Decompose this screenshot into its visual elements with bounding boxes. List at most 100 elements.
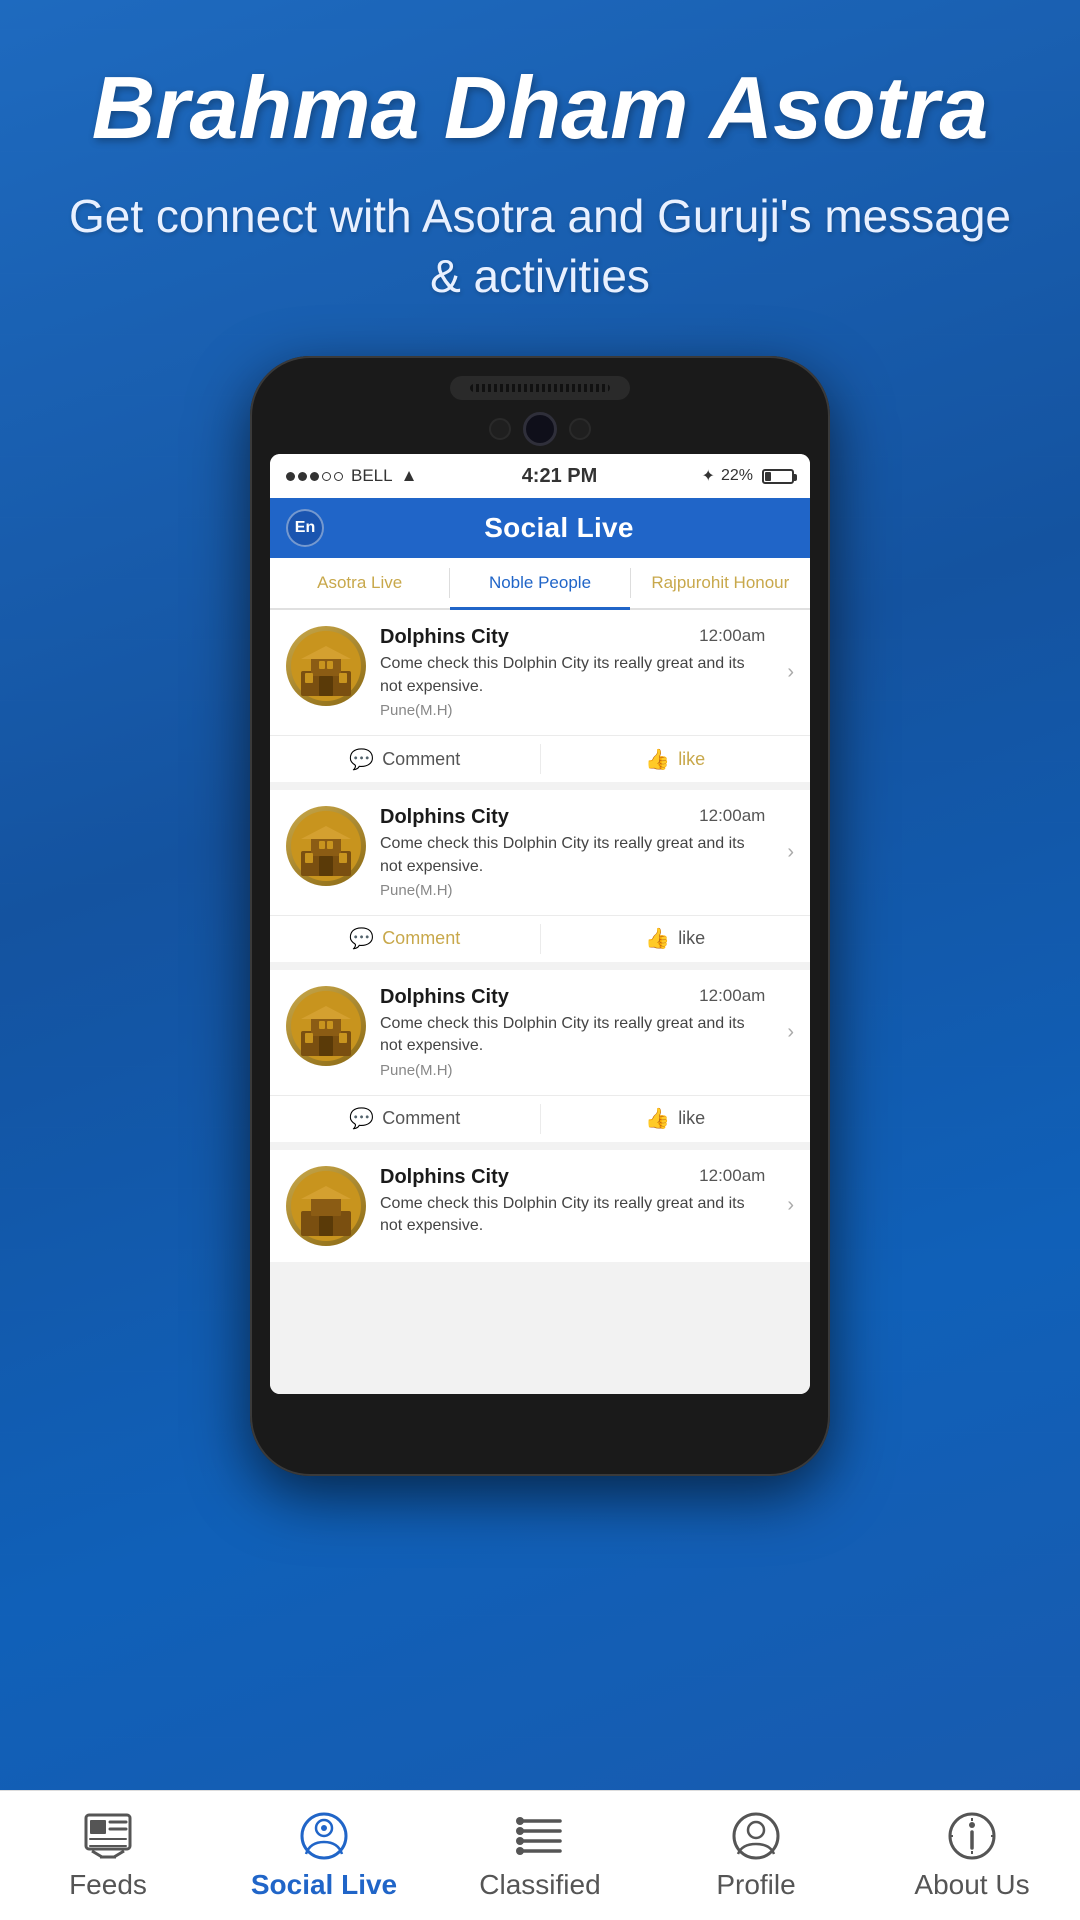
like-label-1: like [678,749,705,770]
feed-card-body-4: Dolphins City 12:00am Come check this Do… [270,1150,810,1262]
language-button[interactable]: En [286,509,324,547]
feed-actions-2: 💬 Comment 👍 like [270,915,810,962]
feed-time-4: 12:00am [699,1166,765,1186]
feed-content: Dolphins City 12:00am Come check this Do… [270,610,810,1394]
like-btn-2[interactable]: 👍 like [541,916,811,962]
nav-item-profile[interactable]: Profile [648,1791,864,1920]
feed-actions-1: 💬 Comment 👍 like [270,735,810,782]
feed-card-body-3: Dolphins City 12:00am Come check this Do… [270,970,810,1095]
social-icon [294,1811,354,1861]
feed-location-1: Pune(M.H) [380,702,765,719]
comment-label-2: Comment [382,928,460,949]
feed-info-4: Dolphins City 12:00am Come check this Do… [380,1166,765,1238]
classified-icon [510,1811,570,1861]
feed-time-3: 12:00am [699,986,765,1006]
feed-name-1: Dolphins City [380,626,509,649]
comment-icon-3: 💬 [349,1106,374,1131]
feed-arrow-2: › [787,841,794,864]
like-label-3: like [678,1108,705,1129]
nav-label-social-live: Social Live [251,1869,397,1901]
status-bar: BELL ▲ 4:21 PM ✦ 22% [270,454,810,498]
feed-info-1: Dolphins City 12:00am Come check this Do… [380,626,765,719]
signal-dot-2 [298,472,307,481]
feed-desc-2: Come check this Dolphin City its really … [380,833,765,878]
feed-arrow-4: › [787,1194,794,1217]
feed-info-2: Dolphins City 12:00am Come check this Do… [380,806,765,899]
nav-item-about[interactable]: About Us [864,1791,1080,1920]
bluetooth-icon: ✦ [702,466,715,486]
feed-name-2: Dolphins City [380,806,509,829]
signal-dot-5 [334,472,343,481]
comment-label-3: Comment [382,1108,460,1129]
feed-avatar-3 [286,986,366,1066]
feed-top-4: Dolphins City 12:00am [380,1166,765,1189]
nav-label-about: About Us [914,1869,1029,1901]
comment-label-1: Comment [382,749,460,770]
comment-btn-2[interactable]: 💬 Comment [270,916,540,962]
feed-desc-4: Come check this Dolphin City its really … [380,1193,765,1238]
feed-avatar-1 [286,626,366,706]
app-title: Brahma Dham Asotra [60,60,1020,157]
feed-top-2: Dolphins City 12:00am [380,806,765,829]
status-right: ✦ 22% [702,466,794,486]
nav-item-classified[interactable]: Classified [432,1791,648,1920]
profile-icon [726,1811,786,1861]
feed-desc-1: Come check this Dolphin City its really … [380,653,765,698]
camera-area [270,412,810,446]
wifi-icon: ▲ [401,466,418,486]
signal-dot-3 [310,472,319,481]
feed-desc-3: Come check this Dolphin City its really … [380,1013,765,1058]
app-subtitle: Get connect with Asotra and Guruji's mes… [60,187,1020,307]
feed-card-body-1: Dolphins City 12:00am Come check this Do… [270,610,810,735]
sensor-dot [489,418,511,440]
feed-name-4: Dolphins City [380,1166,509,1189]
status-time: 4:21 PM [522,465,598,488]
feed-card-3: Dolphins City 12:00am Come check this Do… [270,970,810,1142]
comment-btn-1[interactable]: 💬 Comment [270,736,540,782]
like-btn-1[interactable]: 👍 like [541,736,811,782]
signal-dot-4 [322,472,331,481]
bottom-nav: Feeds Social Live [0,1790,1080,1920]
nav-label-classified: Classified [479,1869,600,1901]
phone-shell: BELL ▲ 4:21 PM ✦ 22% En Social L [250,356,830,1476]
battery-bar [762,469,794,484]
tab-asotra-live[interactable]: Asotra Live [270,558,449,608]
battery-fill [765,472,771,481]
feed-info-3: Dolphins City 12:00am Come check this Do… [380,986,765,1079]
like-btn-3[interactable]: 👍 like [541,1096,811,1142]
comment-btn-3[interactable]: 💬 Comment [270,1096,540,1142]
feed-avatar-4 [286,1166,366,1246]
carrier-name: BELL [351,466,393,486]
phone-wrapper: BELL ▲ 4:21 PM ✦ 22% En Social L [250,356,830,1920]
tab-noble-people[interactable]: Noble People [450,558,629,608]
battery-percentage: 22% [721,467,753,485]
tab-rajpurohit[interactable]: Rajpurohit Honour [631,558,810,608]
feed-location-3: Pune(M.H) [380,1062,765,1079]
news-icon [78,1811,138,1861]
feed-card-4: Dolphins City 12:00am Come check this Do… [270,1150,810,1262]
feed-card-1: Dolphins City 12:00am Come check this Do… [270,610,810,782]
like-icon-2: 👍 [645,926,670,951]
like-icon-3: 👍 [645,1106,670,1131]
feed-time-1: 12:00am [699,626,765,646]
sensor-dot-2 [569,418,591,440]
camera-lens [523,412,557,446]
signal-dot-1 [286,472,295,481]
phone-screen: BELL ▲ 4:21 PM ✦ 22% En Social L [270,454,810,1394]
feed-top-1: Dolphins City 12:00am [380,626,765,649]
feed-card-body-2: Dolphins City 12:00am Come check this Do… [270,790,810,915]
feed-name-3: Dolphins City [380,986,509,1009]
feed-top-3: Dolphins City 12:00am [380,986,765,1009]
app-header: En Social Live [270,498,810,558]
status-left: BELL ▲ [286,466,417,486]
about-icon [942,1811,1002,1861]
signal-dots [286,472,343,481]
feed-location-2: Pune(M.H) [380,882,765,899]
speaker-grille [450,376,630,400]
feed-arrow-1: › [787,661,794,684]
comment-icon-1: 💬 [349,747,374,772]
like-label-2: like [678,928,705,949]
nav-label-feeds: Feeds [69,1869,147,1901]
nav-item-feeds[interactable]: Feeds [0,1791,216,1920]
nav-item-social-live[interactable]: Social Live [216,1791,432,1920]
